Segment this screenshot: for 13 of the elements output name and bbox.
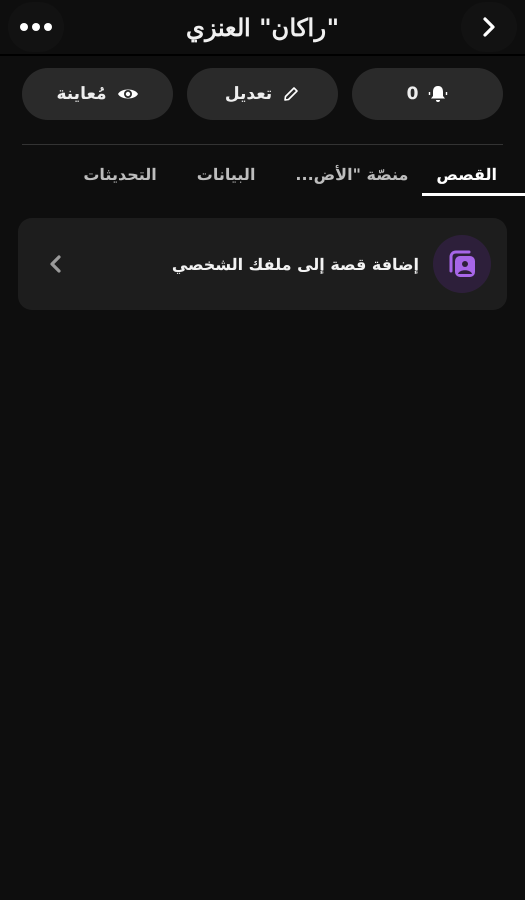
edit-button[interactable]: تعديل [187,68,338,120]
tab[interactable]: القصص [422,159,525,196]
pencil-icon [282,85,300,103]
tab[interactable]: التحديثات [69,159,171,196]
add-story-label: إضافة قصة إلى ملفك الشخصي [170,254,419,274]
add-story-card[interactable]: إضافة قصة إلى ملفك الشخصي [18,218,507,310]
more-icon [19,22,53,32]
preview-button[interactable]: مُعاينة [22,68,173,120]
notifications-button[interactable]: 0 [352,68,503,120]
bell-icon [428,84,448,104]
tab[interactable]: منصّة "الأض... [281,159,422,196]
profile-title: "راكان" العنزي [186,12,340,42]
tab[interactable]: البيانات [170,159,282,196]
